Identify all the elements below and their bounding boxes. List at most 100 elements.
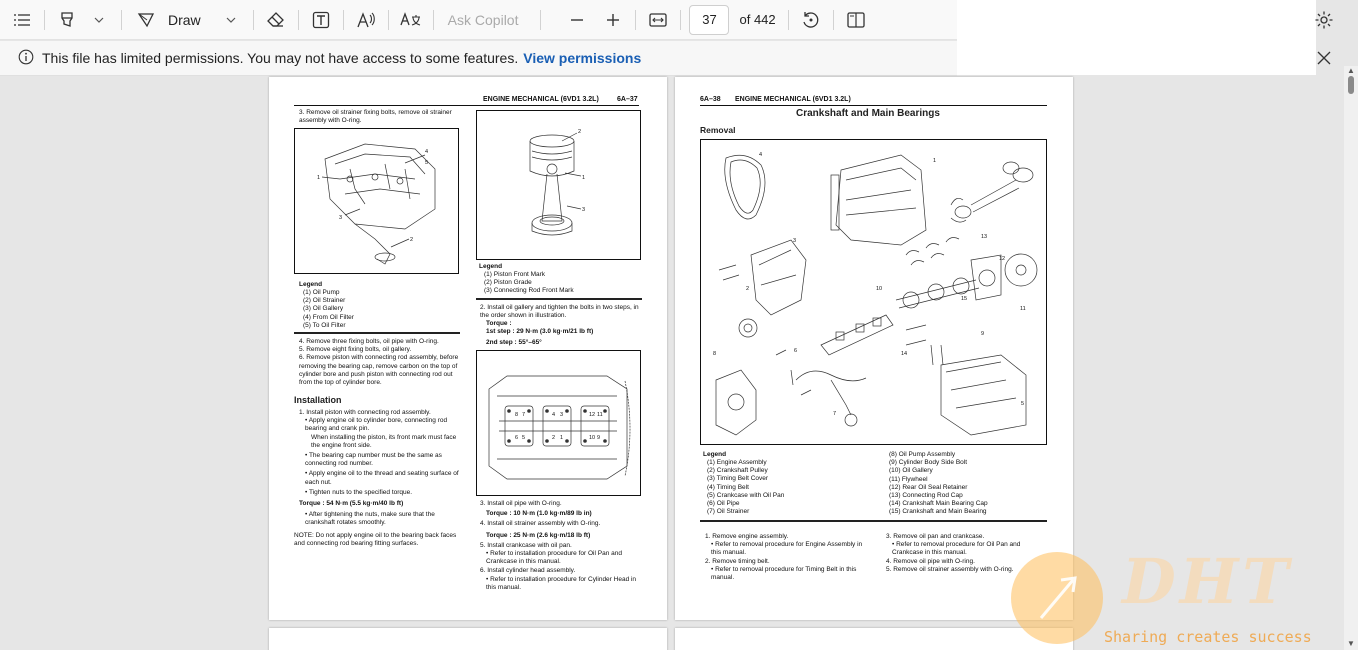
bullet-text: • Tighten nuts to the specified torque.: [305, 488, 413, 496]
legend-list-2: (1) Piston Front Mark (2) Piston Grade (…: [484, 271, 574, 296]
svg-text:3: 3: [339, 215, 342, 221]
first-step-torque: 1st step : 29 N·m (3.0 kg·m/21 lb ft): [486, 328, 594, 335]
watermark-tagline: Sharing creates success: [1104, 628, 1312, 646]
pdf-page-next-left: [269, 628, 667, 650]
legend-item: (1) Engine Assembly: [707, 459, 767, 466]
vertical-scrollbar[interactable]: ▲ ▼: [1344, 66, 1358, 650]
svg-text:2: 2: [552, 435, 555, 441]
legend-item: (9) Cylinder Body Side Bolt: [889, 459, 968, 467]
legend-title-2: Legend: [479, 263, 502, 271]
header-rule: [700, 105, 1047, 106]
toolbar-divider: [787, 9, 789, 30]
pdf-page-right: 6A–38 ENGINE MECHANICAL (6VD1 3.2L) Cran…: [675, 77, 1073, 620]
installation-heading: Installation: [294, 395, 342, 405]
legend-list-a: (1) Engine Assembly (2) Crankshaft Pulle…: [707, 459, 784, 516]
installation-steps: 1. Install piston with connecting rod as…: [299, 409, 461, 528]
svg-text:5: 5: [522, 435, 525, 441]
scroll-down-arrow-icon[interactable]: ▼: [1347, 639, 1355, 648]
legend-item: (5) To Oil Filter: [303, 321, 346, 329]
svg-text:12: 12: [999, 256, 1005, 262]
svg-text:1: 1: [560, 435, 563, 441]
legend-title-1: Legend: [299, 281, 322, 289]
view-permissions-link[interactable]: View permissions: [523, 50, 641, 66]
zoom-in-plus-icon[interactable]: [599, 6, 627, 34]
legend-item: (1) Piston Front Mark: [484, 271, 546, 278]
removal-steps-a: 1. Remove engine assembly. • Refer to re…: [705, 533, 870, 582]
svg-text:8: 8: [515, 412, 518, 418]
svg-text:4: 4: [759, 152, 762, 158]
page-header-title: ENGINE MECHANICAL (6VD1 3.2L): [483, 96, 599, 103]
svg-text:1: 1: [317, 175, 320, 181]
step-text: 3. Install oil pipe with O-ring.: [480, 500, 562, 507]
toolbar-divider: [680, 9, 682, 30]
highlighter-icon: [61, 11, 73, 27]
torque-spec: Torque : 10 N·m (1.0 kg·m/89 lb in): [486, 510, 592, 518]
page-total-label: of 442: [739, 12, 776, 27]
legend-title-right: Legend: [703, 451, 726, 459]
bullet-text: • Apply engine oil to the thread and sea…: [305, 470, 459, 486]
torque-spec: Torque : 25 N·m (2.6 kg·m/18 lb ft): [486, 531, 591, 539]
svg-text:7: 7: [522, 412, 525, 418]
steps-3-6-install: 3. Install oil pipe with O-ring. Torque …: [480, 500, 642, 592]
svg-text:8: 8: [713, 351, 716, 357]
settings-gear-icon[interactable]: [1312, 8, 1336, 32]
toolbar-divider: [635, 9, 637, 30]
toolbar-right-area: [957, 0, 1316, 75]
svg-text:9: 9: [597, 435, 600, 441]
svg-text:7: 7: [833, 411, 836, 417]
scroll-up-arrow-icon[interactable]: ▲: [1347, 66, 1355, 75]
step-3-text: 3. Remove oil strainer fixing bolts, rem…: [299, 109, 452, 125]
svg-text:6: 6: [794, 348, 797, 354]
svg-text:14: 14: [901, 351, 907, 357]
svg-text:11: 11: [597, 412, 603, 418]
scrollbar-thumb[interactable]: [1348, 76, 1354, 94]
svg-text:4: 4: [552, 412, 555, 418]
draw-pen-icon[interactable]: [132, 6, 160, 34]
legend-list-1: (1) Oil Pump (2) Oil Strainer (3) Oil Ga…: [303, 289, 354, 330]
rotate-icon[interactable]: [797, 6, 825, 34]
section-title: Crankshaft and Main Bearings: [796, 108, 940, 119]
step-text: 5. Remove eight fixing bolts, oil galler…: [299, 346, 412, 354]
close-icon[interactable]: [1314, 48, 1334, 68]
zoom-out-minus-icon[interactable]: [563, 6, 591, 34]
legend-heading: Legend: [703, 451, 727, 458]
highlight-dropdown-chevron-down-icon[interactable]: [85, 6, 113, 34]
steps-4-6: 4. Remove three fixing bolts, oil pipe w…: [299, 338, 461, 387]
svg-text:5: 5: [1021, 401, 1024, 407]
highlight-button[interactable]: [53, 6, 81, 34]
section-rule: [700, 520, 1047, 522]
read-aloud-icon[interactable]: [352, 6, 380, 34]
legend-item: (3) Timing Belt Cover: [707, 475, 769, 483]
page-header-title: ENGINE MECHANICAL (6VD1 3.2L): [735, 96, 851, 103]
translate-icon[interactable]: [397, 6, 425, 34]
step-text: 1. Remove engine assembly.: [705, 533, 789, 540]
svg-text:11: 11: [1020, 306, 1026, 312]
svg-text:4: 4: [425, 149, 428, 155]
fit-to-width-icon[interactable]: [644, 6, 672, 34]
bullet-text: When installing the piston, its front ma…: [311, 433, 457, 449]
draw-button-label[interactable]: Draw: [168, 12, 201, 28]
page-view-icon[interactable]: [842, 6, 870, 34]
svg-text:6: 6: [515, 435, 518, 441]
legend-item: (3) Oil Gallery: [303, 305, 344, 313]
ask-copilot-button[interactable]: Ask Copilot: [448, 12, 519, 28]
toolbar-divider: [297, 9, 299, 30]
legend-item: (11) Flywheel: [889, 475, 928, 483]
contents-icon[interactable]: [8, 6, 36, 34]
watermark-badge: [1011, 552, 1103, 644]
bullet-text: • Refer to installation procedure for Cy…: [486, 575, 637, 591]
page-number-input[interactable]: 37: [689, 4, 730, 35]
svg-text:3: 3: [793, 238, 796, 244]
legend-item: (10) Oil Gallery: [889, 467, 933, 475]
pdf-page-left: ENGINE MECHANICAL (6VD1 3.2L) 6A–37 3. R…: [269, 77, 667, 620]
piston-illustration: 2 1 3: [476, 110, 641, 260]
info-icon: [18, 49, 34, 68]
step-text: 6. Remove piston with connecting rod ass…: [299, 354, 459, 387]
bullet-text: • Refer to installation procedure for Oi…: [486, 550, 622, 566]
step-text: 4. Remove three fixing bolts, oil pipe w…: [299, 338, 439, 345]
draw-dropdown-chevron-down-icon[interactable]: [217, 6, 245, 34]
legend-item: (2) Crankshaft Pulley: [707, 467, 768, 475]
svg-text:9: 9: [981, 331, 984, 337]
add-text-icon[interactable]: [307, 6, 335, 34]
eraser-icon[interactable]: [262, 6, 290, 34]
